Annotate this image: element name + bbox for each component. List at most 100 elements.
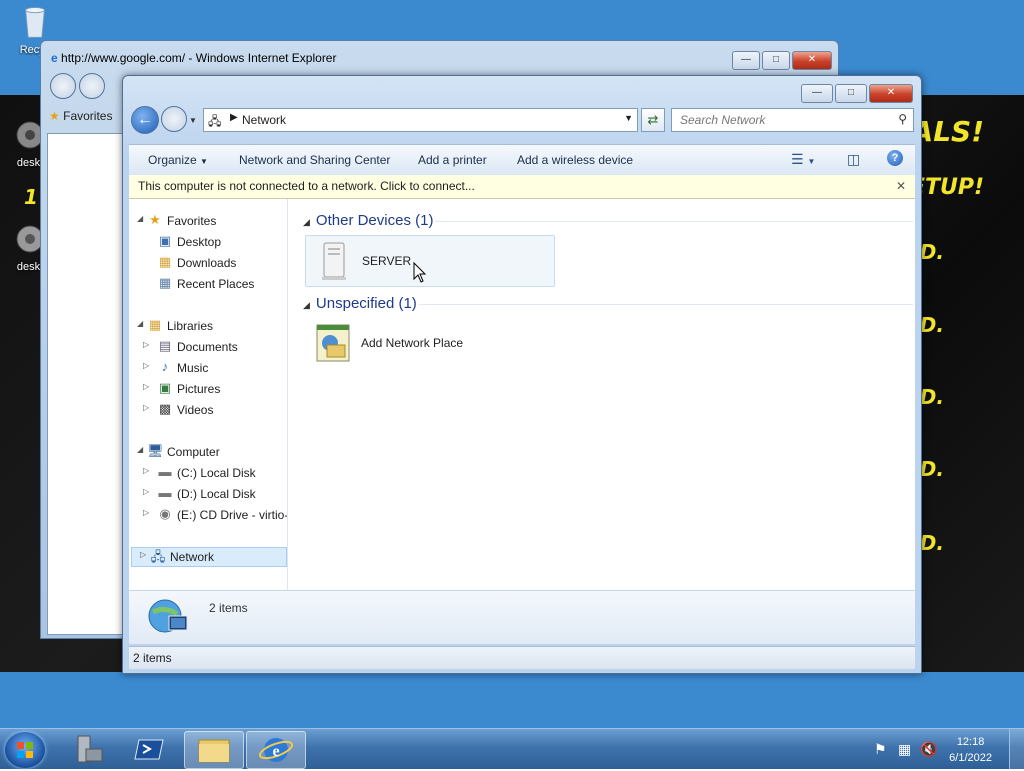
recent-pages-dropdown[interactable]: ▼ bbox=[189, 116, 197, 125]
ie-favorites-button[interactable]: ★ Favorites bbox=[49, 109, 112, 123]
wallpaper-text: D. bbox=[919, 457, 944, 481]
back-button[interactable]: ← bbox=[131, 106, 159, 134]
search-input[interactable]: Search Network bbox=[680, 113, 765, 127]
preview-pane-icon[interactable]: ◫ bbox=[847, 151, 860, 168]
wallpaper-text: D. bbox=[919, 531, 944, 555]
star-icon: ★ bbox=[149, 212, 161, 227]
status-bar: 2 items bbox=[129, 646, 915, 669]
device-tile-server[interactable]: SERVER bbox=[305, 235, 555, 287]
organize-button[interactable]: Organize ▼ bbox=[148, 153, 208, 167]
computer-icon: 🖥 bbox=[147, 443, 164, 458]
group-header-unspecified[interactable]: ◢ Unspecified (1) bbox=[303, 295, 417, 312]
wallpaper-text: D. bbox=[919, 313, 944, 337]
minimize-button[interactable]: — bbox=[732, 51, 760, 70]
device-name: SERVER bbox=[362, 254, 412, 268]
maximize-button[interactable]: □ bbox=[835, 84, 867, 103]
add-network-place-label: Add Network Place bbox=[361, 336, 464, 350]
notification-area: ⚑ ▦ 🔇 12:18 6/1/2022 bbox=[864, 729, 1024, 769]
collapsed-arrow-icon[interactable]: ▷ bbox=[140, 550, 146, 559]
network-icon: 🖧 bbox=[150, 549, 166, 564]
collapsed-arrow-icon[interactable]: ▷ bbox=[143, 466, 149, 475]
videos-icon: ▩ bbox=[158, 401, 172, 416]
expanded-arrow-icon[interactable]: ◢ bbox=[137, 445, 143, 454]
caption-buttons: — □ ✕ bbox=[801, 84, 913, 103]
network-globe-icon bbox=[148, 599, 188, 633]
close-button[interactable]: ✕ bbox=[792, 51, 832, 70]
server-manager-icon bbox=[77, 735, 103, 763]
windows-logo-icon bbox=[17, 742, 33, 758]
powershell-icon bbox=[134, 739, 164, 760]
taskbar-powershell[interactable] bbox=[122, 731, 180, 767]
wallpaper-text: D. bbox=[919, 385, 944, 409]
add-network-place-tile[interactable]: Add Network Place bbox=[305, 318, 553, 368]
maximize-button[interactable]: □ bbox=[762, 51, 790, 70]
wallpaper-text: ALS! bbox=[911, 115, 984, 148]
add-network-place-icon bbox=[316, 324, 350, 362]
navigation-pane[interactable]: ◢ ★ Favorites ▣ Desktop ▦ Downloads ▦ Re… bbox=[129, 199, 288, 643]
taskbar: e ⚑ ▦ 🔇 12:18 6/1/2022 bbox=[0, 728, 1024, 769]
content-pane[interactable]: ◢ Other Devices (1) SERVER ◢ Unspecified (… bbox=[295, 199, 915, 643]
explorer-window[interactable]: — □ ✕ ← ▼ 🖧 ▶ Network ▼ ⇄ Search Network… bbox=[122, 75, 922, 674]
internet-explorer-icon: e bbox=[258, 738, 294, 762]
start-button[interactable] bbox=[5, 732, 45, 768]
collapsed-arrow-icon[interactable]: ▷ bbox=[143, 403, 149, 412]
folder-icon bbox=[198, 739, 230, 763]
taskbar-windows-explorer[interactable] bbox=[184, 731, 244, 769]
collapsed-arrow-icon[interactable]: ▷ bbox=[143, 340, 149, 349]
clock-time: 12:18 bbox=[956, 736, 985, 748]
refresh-button[interactable]: ⇄ bbox=[641, 108, 665, 132]
address-bar[interactable]: 🖧 ▶ Network ▼ bbox=[203, 108, 638, 132]
close-button[interactable]: ✕ bbox=[869, 84, 913, 103]
add-printer-button[interactable]: Add a printer bbox=[418, 153, 487, 167]
star-icon: ★ bbox=[49, 109, 60, 123]
details-pane: 2 items bbox=[129, 590, 915, 644]
group-header-other-devices[interactable]: ◢ Other Devices (1) bbox=[303, 212, 433, 229]
chevron-down-icon: ▼ bbox=[200, 157, 208, 166]
taskbar-server-manager[interactable] bbox=[62, 731, 120, 767]
collapse-arrow-icon[interactable]: ◢ bbox=[303, 300, 310, 310]
info-bar-message[interactable]: This computer is not connected to a netw… bbox=[138, 179, 475, 193]
address-dropdown-icon[interactable]: ▼ bbox=[624, 113, 633, 123]
ie-back-button[interactable] bbox=[50, 73, 76, 99]
info-bar[interactable]: This computer is not connected to a netw… bbox=[129, 175, 915, 199]
ie-logo-icon: e bbox=[51, 51, 58, 65]
clock[interactable]: 12:18 6/1/2022 bbox=[949, 734, 992, 766]
clock-date: 6/1/2022 bbox=[949, 752, 992, 764]
ie-forward-button[interactable] bbox=[79, 73, 105, 99]
svg-text:e: e bbox=[272, 743, 279, 760]
search-box[interactable]: Search Network ⚲ bbox=[671, 108, 914, 132]
minimize-button[interactable]: — bbox=[801, 84, 833, 103]
show-desktop-button[interactable] bbox=[1009, 729, 1024, 769]
collapsed-arrow-icon[interactable]: ▷ bbox=[143, 487, 149, 496]
collapse-arrow-icon[interactable]: ◢ bbox=[303, 217, 310, 227]
search-icon[interactable]: ⚲ bbox=[898, 112, 907, 126]
breadcrumb-separator-icon[interactable]: ▶ bbox=[230, 112, 238, 123]
group-divider bbox=[419, 304, 913, 305]
expanded-arrow-icon[interactable]: ◢ bbox=[137, 214, 143, 223]
volume-muted-icon[interactable]: 🔇 bbox=[920, 741, 937, 758]
help-icon[interactable]: ? bbox=[887, 150, 903, 166]
forward-button[interactable] bbox=[161, 106, 187, 132]
desktop-icon: ▣ bbox=[158, 233, 172, 248]
expanded-arrow-icon[interactable]: ◢ bbox=[137, 319, 143, 328]
collapsed-arrow-icon[interactable]: ▷ bbox=[143, 361, 149, 370]
breadcrumb-network[interactable]: Network bbox=[242, 113, 286, 127]
ie-title: e http://www.google.com/ - Windows Inter… bbox=[51, 51, 337, 65]
ie-caption-buttons: — □ ✕ bbox=[732, 51, 832, 70]
hard-disk-icon: ▬ bbox=[158, 485, 172, 500]
add-wireless-device-button[interactable]: Add a wireless device bbox=[517, 153, 633, 167]
wallpaper-number: 1 bbox=[24, 185, 38, 209]
change-view-icon[interactable]: ☰ ▼ bbox=[791, 151, 815, 168]
action-center-icon[interactable]: ⚑ bbox=[874, 741, 887, 758]
network-sharing-center-button[interactable]: Network and Sharing Center bbox=[239, 153, 390, 167]
close-icon[interactable]: ✕ bbox=[896, 179, 906, 193]
documents-icon: ▤ bbox=[158, 338, 172, 353]
collapsed-arrow-icon[interactable]: ▷ bbox=[143, 508, 149, 517]
network-status-icon[interactable]: ▦ bbox=[898, 741, 911, 758]
collapsed-arrow-icon[interactable]: ▷ bbox=[143, 382, 149, 391]
status-item-count: 2 items bbox=[133, 651, 172, 665]
command-bar: Organize ▼ Network and Sharing Center Ad… bbox=[129, 144, 915, 176]
nav-item-network[interactable]: ▷ 🖧 Network bbox=[131, 547, 287, 567]
taskbar-internet-explorer[interactable]: e bbox=[246, 731, 306, 769]
ie-content bbox=[47, 133, 131, 635]
